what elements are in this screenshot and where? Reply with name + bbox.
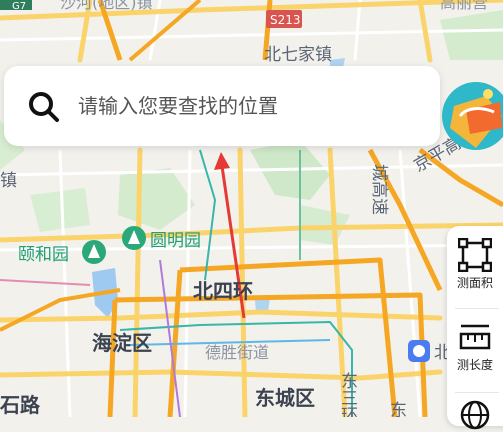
measure-area-button[interactable]: 测面积 [447,238,503,291]
road-badge-s213: S213 [266,10,302,28]
search-bar[interactable] [4,66,440,146]
svg-text:G7: G7 [12,1,26,12]
label-dongcheng: 东城区 [255,386,315,410]
label-cheng-gaosu: 城高速 [369,164,389,215]
station-icon-bei [408,340,430,362]
search-input[interactable] [78,88,418,124]
park-icon-yuanmingyuan [122,226,146,250]
assistant-logo-icon [442,82,503,150]
park-icon-yiheyuan [82,240,106,264]
map-canvas[interactable]: G7 S213 沙河(地区)镇 高丽营 北七家镇 镇 城高速 京平高速 颐和园 … [0,0,503,417]
measure-area-label: 测面积 [456,276,493,290]
label-yuanmingyuan: 圆明园 [150,231,201,251]
tool-divider [455,308,499,309]
label-deshengjie: 德胜街道 [205,343,269,362]
ruler-icon [459,324,491,350]
measure-length-label: 测长度 [456,358,493,372]
label-beiqijia: 北七家镇 [264,45,332,65]
label-dong-partial: 东 [390,401,407,417]
label-beisihuan: 北四环 [193,279,253,303]
label-shahe: 沙河(地区)镇 [60,0,153,12]
label-dongsanhuan: 东三环 [337,372,358,417]
svg-text:S213: S213 [270,13,301,27]
label-gaoliying: 高丽营 [440,0,488,12]
label-haidian: 海淀区 [92,331,152,355]
assistant-logo-button[interactable] [436,76,503,150]
search-icon[interactable] [26,89,62,125]
label-yiheyuan: 颐和园 [18,245,69,265]
measure-tools-panel: 测面积 测长度 [447,226,503,430]
measure-area-icon [458,238,492,272]
globe-button[interactable] [447,398,503,432]
label-shilu: 石路 [0,393,41,417]
globe-icon [460,400,490,430]
measure-length-button[interactable]: 测长度 [447,320,503,373]
label-left-town: 镇 [0,171,17,191]
tool-divider [455,392,499,393]
